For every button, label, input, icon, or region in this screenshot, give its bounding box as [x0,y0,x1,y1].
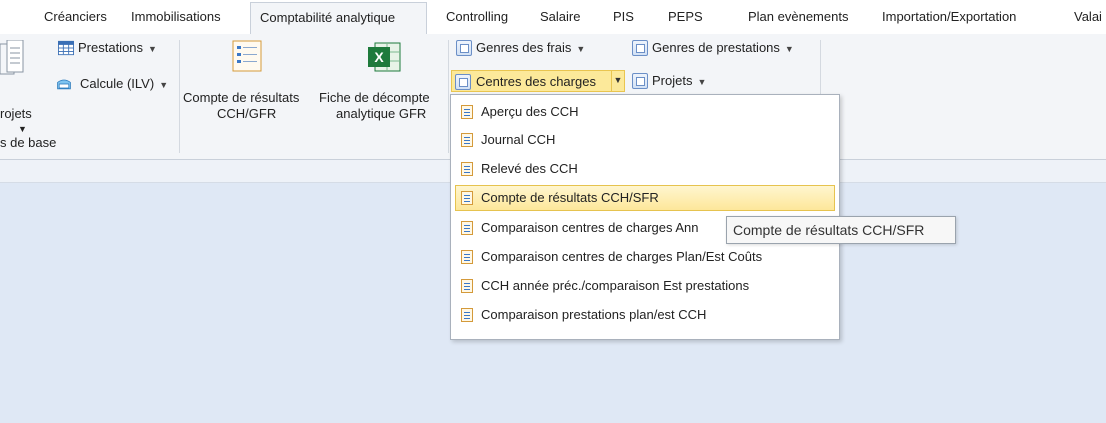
tab-plan-evenements[interactable]: Plan evènements [748,0,848,33]
tab-importation-exportation[interactable]: Importation/Exportation [882,0,1016,33]
report-icon [461,105,473,119]
menu-item-label: Comparaison prestations plan/est CCH [481,307,707,322]
tab-comptabilite-analytique[interactable]: Comptabilité analytique [250,2,427,34]
centres-charges-dropdown-arrow[interactable]: ▼ [611,70,625,92]
menu-item-label: Journal CCH [481,132,556,147]
menu-item-compte-resultats-cch-sfr[interactable]: Compte de résultats CCH/SFR [455,185,835,211]
group-label-base: s de base [0,135,57,150]
centres-charges-label: Centres des charges [476,74,596,89]
tab-peps[interactable]: PEPS [668,0,703,33]
tab-salaire[interactable]: Salaire [540,0,580,33]
menu-item-label: Comparaison centres de charges Plan/Est … [481,249,763,264]
tab-controlling[interactable]: Controlling [446,0,508,33]
tab-immobilisations[interactable]: Immobilisations [131,0,221,33]
document-stack-icon [455,74,471,90]
compte-resultats-line2: CCH/GFR [217,106,277,121]
dropdown-arrow-icon: ▼ [784,44,794,54]
fiche-decompte-button[interactable]: X Fiche de décompte analytique GFR [315,36,449,126]
menu-item-comparaison-cch-plan-est-couts[interactable]: Comparaison centres de charges Plan/Est … [455,244,835,270]
dropdown-arrow-icon: ▼ [576,44,586,54]
menu-item-cch-annee-prec-comparaison[interactable]: CCH année préc./comparaison Est prestati… [455,273,835,299]
menu-item-releve-cch[interactable]: Relevé des CCH [455,156,835,182]
fiche-line1: Fiche de décompte [319,90,430,105]
genres-frais-button[interactable]: Genres des frais ▼ [454,38,604,58]
menu-item-comparaison-prestations-plan-est[interactable]: Comparaison prestations plan/est CCH [455,302,835,328]
fiche-line2: analytique GFR [336,106,427,121]
report-icon [461,162,473,176]
centres-charges-button[interactable]: Centres des charges [451,70,612,92]
genres-prestations-label: Genres de prestations ▼ [652,40,794,55]
document-stack-icon [632,73,648,89]
report-icon [461,250,473,264]
ribbon-tab-strip: Créanciers Immobilisations Comptabilité … [0,0,1106,35]
compte-resultats-line1: Compte de résultats [183,90,300,105]
projets-large-icon[interactable] [0,39,30,80]
dropdown-arrow-icon: ▼ [697,77,707,87]
dropdown-arrow-icon: ▼ [159,80,169,90]
group-separator [179,40,180,153]
tab-creanciers[interactable]: Créanciers [44,0,107,33]
report-icon [461,221,473,235]
report-icon [461,133,473,147]
menu-item-label: Compte de résultats CCH/SFR [481,190,659,205]
menu-item-label: Aperçu des CCH [481,104,579,119]
genres-frais-label: Genres des frais ▼ [476,40,586,55]
menu-item-label: Relevé des CCH [481,161,578,176]
report-list-icon [232,40,262,72]
calculate-icon [57,79,71,90]
menu-item-label: Comparaison centres de charges Ann [481,220,699,235]
projets-button[interactable]: Projets ▼ [630,70,730,92]
tooltip: Compte de résultats CCH/SFR [726,216,956,244]
calcule-ilv-button[interactable]: Calcule (ILV) ▼ [55,74,175,94]
prestations-label: Prestations ▼ [78,40,157,55]
calcule-label: Calcule (ILV) ▼ [80,76,169,91]
tab-valai[interactable]: Valai [1074,0,1102,33]
tab-pis[interactable]: PIS [613,0,634,33]
report-icon [461,279,473,293]
svg-text:X: X [374,49,384,65]
document-stack-icon [632,40,648,56]
table-icon [58,40,74,56]
report-icon [461,308,473,322]
prestations-button[interactable]: Prestations ▼ [55,38,170,58]
menu-item-journal-cch[interactable]: Journal CCH [455,127,835,153]
projets-label: Projets ▼ [652,73,707,88]
chevron-down-icon[interactable]: ▼ [18,124,27,134]
menu-item-label: CCH année préc./comparaison Est prestati… [481,278,750,293]
dropdown-arrow-icon: ▼ [148,44,157,54]
excel-icon: X [368,42,401,72]
group-separator [448,40,449,153]
report-icon [461,191,473,205]
menu-item-apercu-cch[interactable]: Aperçu des CCH [455,99,835,125]
genres-prestations-button[interactable]: Genres de prestations ▼ [630,38,820,58]
projets-left-label[interactable]: rojets [0,106,32,121]
compte-resultats-button[interactable]: Compte de résultats CCH/GFR [182,36,312,126]
document-stack-icon [456,40,472,56]
